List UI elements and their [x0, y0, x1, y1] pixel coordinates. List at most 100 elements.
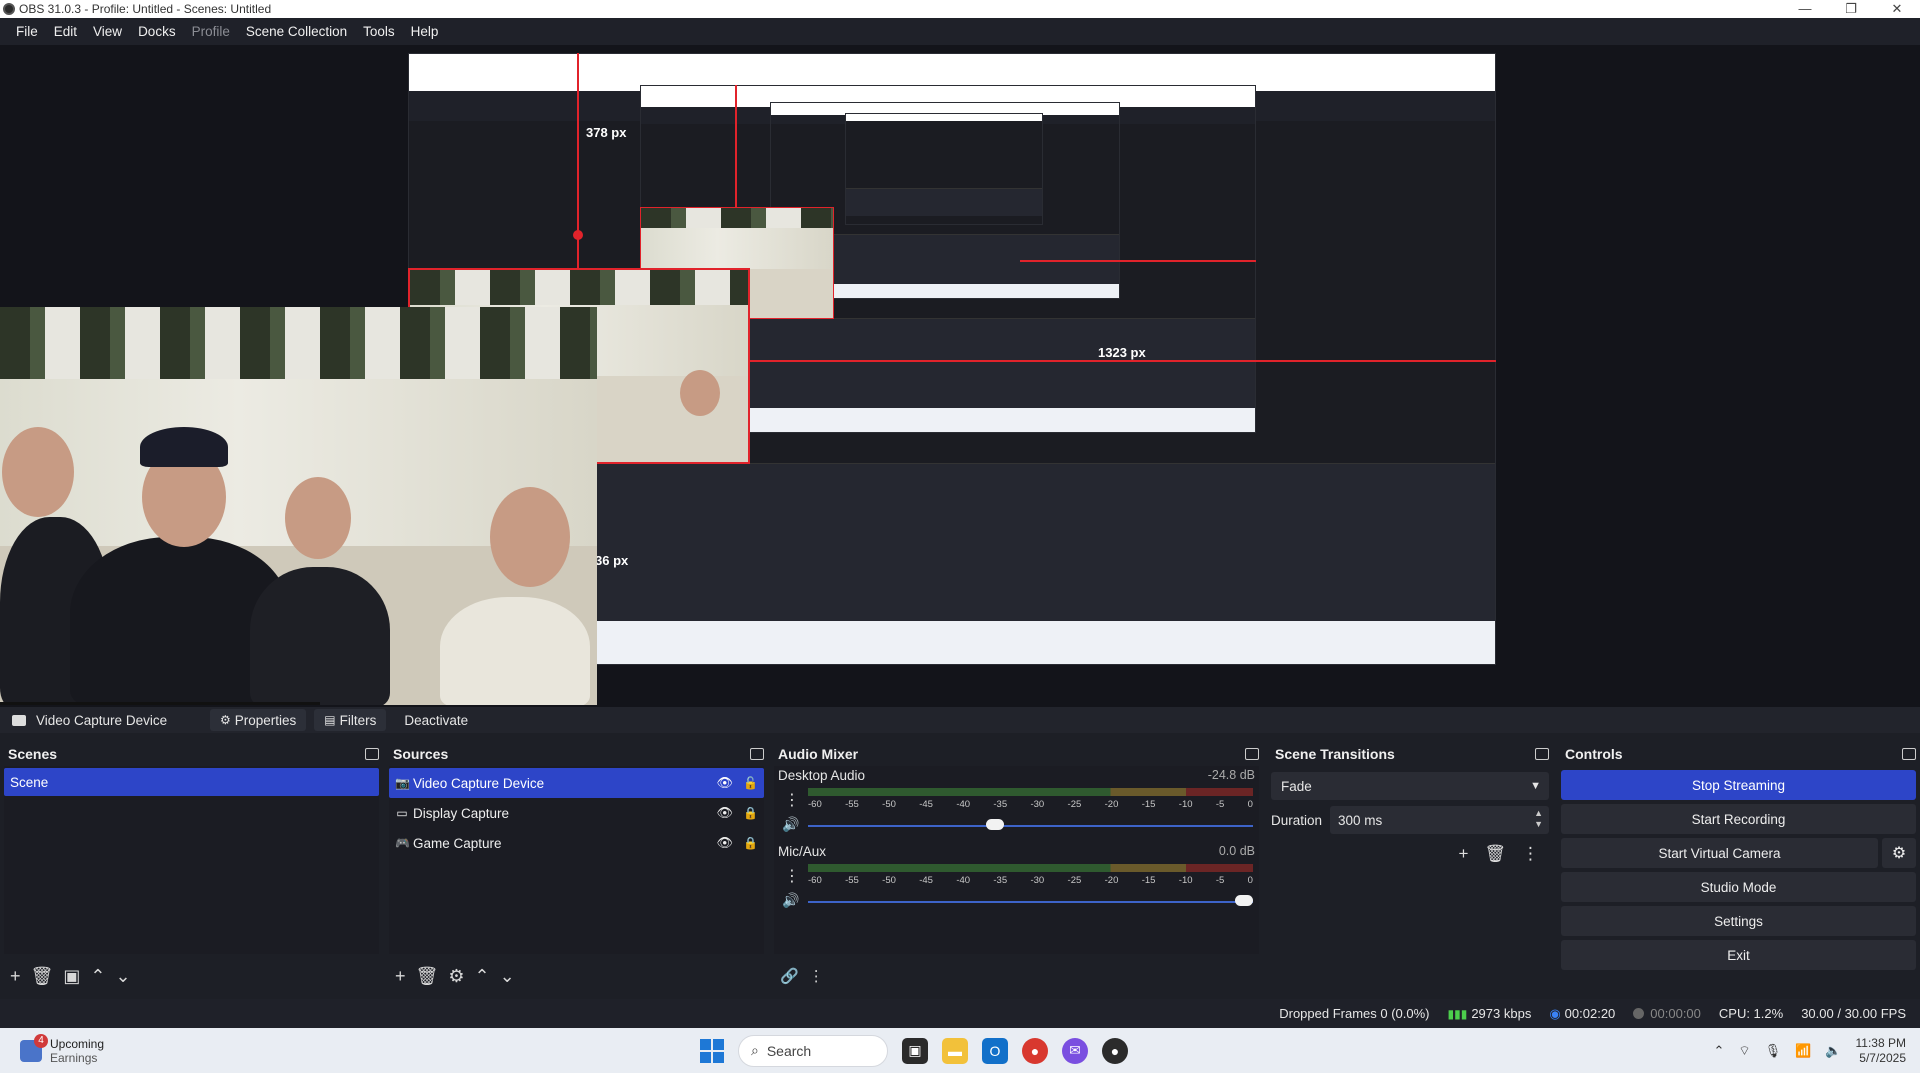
- lock-icon[interactable]: 🔓: [743, 776, 758, 790]
- studio-mode-button[interactable]: Studio Mode: [1561, 872, 1916, 902]
- volume-slider-thumb[interactable]: [1235, 895, 1253, 906]
- news-widget[interactable]: 4 Upcoming Earnings: [0, 1033, 260, 1065]
- audio-mixer-toolbar: 🔗 ⋮: [774, 958, 1259, 994]
- menu-view[interactable]: View: [85, 24, 130, 39]
- source-properties-gear-icon[interactable]: ⚙: [448, 966, 464, 987]
- minimize-button[interactable]: —: [1782, 1, 1828, 17]
- deactivate-button[interactable]: Deactivate: [394, 709, 478, 731]
- windows-start-icon[interactable]: [700, 1038, 724, 1063]
- add-source-icon[interactable]: +: [395, 966, 406, 987]
- spinner-icon[interactable]: ▲ ▼: [1534, 808, 1543, 830]
- source-item-display-capture[interactable]: ▭ Display Capture 👁 🔒: [389, 798, 764, 828]
- taskbar-search[interactable]: ⌕ Search: [738, 1034, 888, 1067]
- source-item-game-capture[interactable]: 🎮 Game Capture 👁 🔒: [389, 828, 764, 858]
- move-down-icon[interactable]: ⌄: [500, 966, 515, 987]
- duration-input[interactable]: 300 ms ▲ ▼: [1330, 806, 1549, 834]
- visibility-eye-icon[interactable]: 👁: [717, 835, 734, 851]
- remove-scene-icon[interactable]: 🗑: [31, 966, 54, 987]
- fps-value: 30.00 / 30.00 FPS: [1801, 1006, 1906, 1021]
- volume-icon[interactable]: 🔈: [1825, 1043, 1841, 1059]
- add-transition-icon[interactable]: +: [1458, 844, 1468, 864]
- move-up-icon[interactable]: ⌃: [90, 966, 105, 987]
- lock-icon[interactable]: 🔒: [743, 836, 758, 850]
- add-scene-icon[interactable]: +: [10, 966, 21, 987]
- clock[interactable]: 11:38 PM 5/7/2025: [1856, 1036, 1906, 1066]
- undock-icon[interactable]: [1902, 748, 1916, 760]
- source-item-video-capture[interactable]: 📷 Video Capture Device 👁 🔓: [389, 768, 764, 798]
- filters-button[interactable]: ▤ Filters: [314, 709, 387, 731]
- video-capture-feed[interactable]: [0, 307, 597, 705]
- speaker-icon[interactable]: 🔊: [782, 892, 799, 909]
- network-icon[interactable]: ⌔: [1738, 1043, 1750, 1059]
- undock-icon[interactable]: [365, 748, 379, 760]
- undock-icon[interactable]: [750, 748, 764, 760]
- kebab-menu-icon[interactable]: ⋮: [1522, 844, 1539, 864]
- messenger-icon[interactable]: ✉: [1062, 1037, 1088, 1064]
- kebab-menu-icon[interactable]: ⋮: [784, 790, 800, 810]
- menu-edit[interactable]: Edit: [46, 24, 85, 39]
- scene-item[interactable]: Scene: [4, 768, 379, 796]
- menu-docks[interactable]: Docks: [130, 24, 184, 39]
- start-virtual-camera-button[interactable]: Start Virtual Camera: [1561, 838, 1878, 868]
- maximize-button[interactable]: ❐: [1828, 1, 1874, 17]
- move-up-icon[interactable]: ⌃: [475, 966, 490, 987]
- menu-profile[interactable]: Profile: [184, 24, 238, 39]
- virtual-camera-settings-gear-icon[interactable]: ⚙: [1882, 838, 1916, 868]
- clock-time: 11:38 PM: [1855, 1035, 1906, 1050]
- signal-bars-icon: ▮▮▮: [1447, 1007, 1468, 1021]
- chrome-icon[interactable]: ●: [1022, 1037, 1048, 1064]
- lock-icon[interactable]: 🔒: [743, 806, 758, 820]
- chevron-up-icon[interactable]: ⌃: [1713, 1043, 1724, 1059]
- menu-help[interactable]: Help: [403, 24, 447, 39]
- menu-scene-collection[interactable]: Scene Collection: [238, 24, 355, 39]
- start-recording-button[interactable]: Start Recording: [1561, 804, 1916, 834]
- channel-db: 0.0 dB: [1218, 844, 1255, 858]
- speaker-icon[interactable]: 🔊: [782, 816, 799, 833]
- kebab-menu-icon[interactable]: ⋮: [784, 866, 800, 886]
- window-title: OBS 31.0.3 - Profile: Untitled - Scenes:…: [19, 2, 272, 16]
- exit-button[interactable]: Exit: [1561, 940, 1916, 970]
- preview-canvas[interactable]: 378 px 1323 px 36 px: [0, 45, 1920, 707]
- scene-filters-icon[interactable]: ▣: [63, 966, 80, 987]
- undock-icon[interactable]: [1535, 748, 1549, 760]
- close-button[interactable]: ✕: [1874, 1, 1920, 17]
- undock-icon[interactable]: [1245, 748, 1259, 760]
- outlook-icon[interactable]: O: [982, 1037, 1008, 1064]
- controls-header: Controls: [1557, 742, 1920, 766]
- audio-mixer-dock: Audio Mixer Desktop Audio -24.8 dB ⋮ -60…: [770, 742, 1263, 994]
- volume-slider[interactable]: [808, 895, 1253, 906]
- scene-transitions-dock: Scene Transitions Fade ▼ Duration 300 ms…: [1267, 742, 1553, 994]
- guide-handle[interactable]: [573, 230, 583, 240]
- remove-source-icon[interactable]: 🗑: [416, 966, 439, 987]
- stop-streaming-button[interactable]: Stop Streaming: [1561, 770, 1916, 800]
- volume-slider[interactable]: [808, 819, 1253, 830]
- guide-vertical-1: [577, 53, 579, 280]
- nested-screen-4: [845, 113, 1043, 225]
- scene-transitions-header: Scene Transitions: [1267, 742, 1553, 766]
- file-explorer-icon[interactable]: ▬: [942, 1037, 968, 1064]
- wifi-icon[interactable]: 📶: [1795, 1043, 1811, 1059]
- transition-select[interactable]: Fade ▼: [1271, 772, 1549, 800]
- scene-transitions-title: Scene Transitions: [1275, 746, 1395, 762]
- scenes-title: Scenes: [8, 746, 58, 762]
- advanced-audio-icon[interactable]: 🔗: [780, 967, 799, 985]
- remove-transition-icon[interactable]: 🗑: [1484, 844, 1506, 864]
- menu-tools[interactable]: Tools: [355, 24, 403, 39]
- task-view-icon[interactable]: ▣: [902, 1037, 928, 1064]
- visibility-eye-icon[interactable]: 👁: [717, 775, 734, 791]
- obs-taskbar-icon[interactable]: ●: [1102, 1037, 1128, 1064]
- kebab-menu-icon[interactable]: ⋮: [809, 967, 824, 985]
- microphone-icon[interactable]: 🎙: [1765, 1043, 1782, 1059]
- properties-button[interactable]: ⚙ Properties: [210, 709, 307, 731]
- taskbar-apps: ⌕ Search ▣ ▬ O ● ✉ ●: [700, 1034, 1128, 1067]
- settings-button[interactable]: Settings: [1561, 906, 1916, 936]
- volume-slider-thumb[interactable]: [985, 819, 1004, 830]
- visibility-eye-icon[interactable]: 👁: [717, 805, 734, 821]
- menu-file[interactable]: File: [8, 24, 46, 39]
- gear-icon: ⚙: [220, 713, 231, 727]
- move-down-icon[interactable]: ⌄: [115, 966, 130, 987]
- bitrate-value: 2973 kbps: [1471, 1006, 1532, 1021]
- news-subtitle: Earnings: [50, 1050, 98, 1065]
- dropped-frames: Dropped Frames 0 (0.0%): [1279, 1006, 1430, 1021]
- stream-time-value: 00:02:20: [1564, 1005, 1616, 1021]
